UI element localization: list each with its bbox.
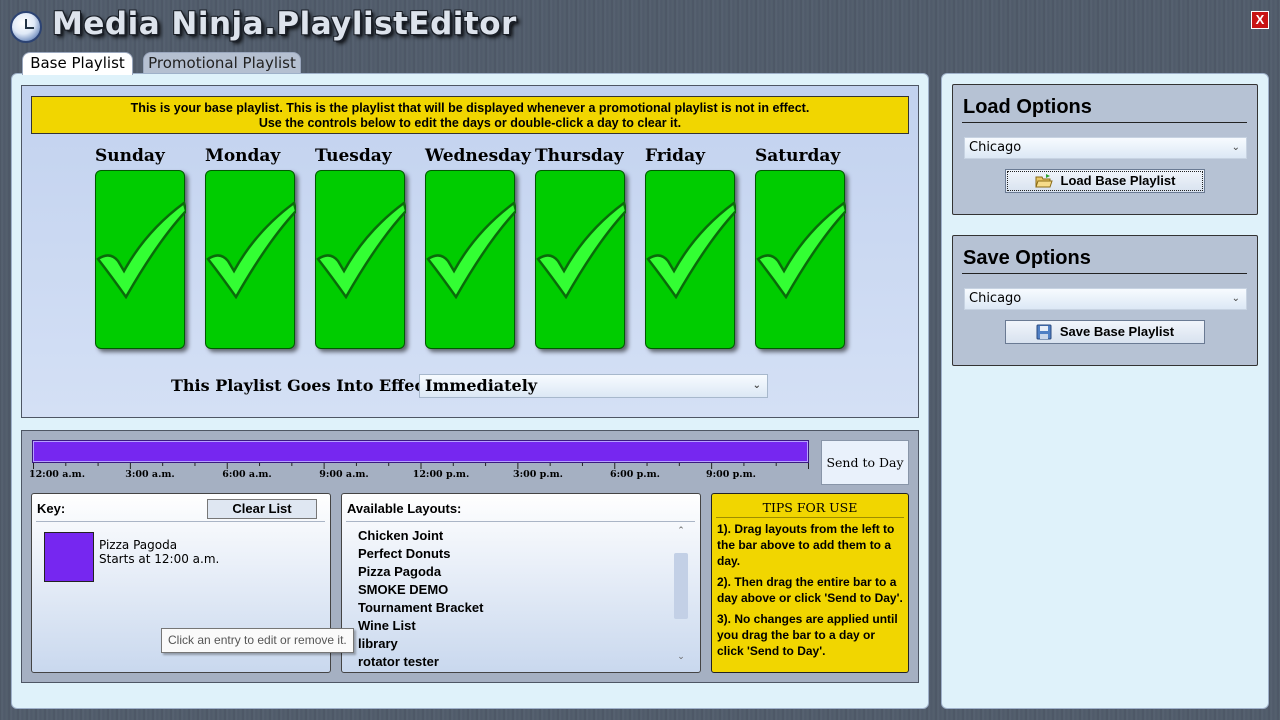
scroll-down-icon[interactable]: ⌄ bbox=[673, 652, 689, 666]
tick-label: 6:00 p.m. bbox=[610, 469, 660, 480]
day-card-saturday[interactable] bbox=[755, 170, 846, 349]
chevron-down-icon: ⌄ bbox=[1231, 293, 1240, 304]
key-label: Key: bbox=[37, 501, 66, 516]
notice-line-1: This is your base playlist. This is the … bbox=[130, 101, 810, 115]
checkmark-icon bbox=[316, 200, 406, 299]
divider bbox=[716, 517, 904, 518]
timeline-bar[interactable] bbox=[32, 440, 809, 463]
key-entry-swatch[interactable] bbox=[44, 532, 94, 582]
day-card-friday[interactable] bbox=[645, 170, 736, 349]
save-button-label: Save Base Playlist bbox=[1059, 324, 1175, 339]
layout-item[interactable]: Tournament Bracket bbox=[358, 600, 483, 615]
day-label-wednesday: Wednesday bbox=[425, 146, 531, 166]
tab-base-playlist[interactable]: Base Playlist bbox=[22, 52, 133, 75]
save-location-dropdown[interactable]: Chicago ⌄ bbox=[964, 288, 1247, 310]
day-label-saturday: Saturday bbox=[755, 146, 841, 166]
load-options-title: Load Options bbox=[963, 96, 1092, 118]
tab-promotional-playlist[interactable]: Promotional Playlist bbox=[143, 52, 301, 74]
day-label-friday: Friday bbox=[645, 146, 705, 166]
tick-label: 12:00 p.m. bbox=[412, 469, 470, 480]
divider bbox=[346, 521, 695, 522]
folder-icon bbox=[1034, 173, 1053, 188]
clear-list-button[interactable]: Clear List bbox=[207, 499, 317, 519]
scroll-up-icon[interactable]: ⌃ bbox=[673, 526, 689, 540]
checkmark-icon bbox=[536, 200, 626, 299]
save-options-title: Save Options bbox=[963, 247, 1091, 269]
day-card-thursday[interactable] bbox=[535, 170, 626, 349]
layout-item[interactable]: rotator tester bbox=[358, 654, 439, 669]
day-label-thursday: Thursday bbox=[535, 146, 624, 166]
tip-item: 1). Drag layouts from the left to the ba… bbox=[717, 522, 895, 568]
tick-label: 3:00 a.m. bbox=[125, 469, 175, 480]
day-card-sunday[interactable] bbox=[95, 170, 186, 349]
save-base-playlist-button[interactable]: Save Base Playlist bbox=[1005, 320, 1205, 344]
divider bbox=[36, 521, 325, 522]
tips-title: TIPS FOR USE bbox=[762, 500, 858, 515]
load-location-value: Chicago bbox=[969, 140, 1022, 155]
day-card-tuesday[interactable] bbox=[315, 170, 406, 349]
layout-item[interactable]: Wine List bbox=[358, 618, 416, 633]
day-label-tuesday: Tuesday bbox=[315, 146, 392, 166]
layout-item[interactable]: SMOKE DEMO bbox=[358, 582, 448, 597]
scrollbar-thumb[interactable] bbox=[674, 553, 688, 619]
chevron-down-icon: ⌄ bbox=[1231, 142, 1240, 153]
layout-item[interactable]: Chicken Joint bbox=[358, 528, 443, 543]
close-button[interactable]: X bbox=[1251, 11, 1269, 29]
load-location-dropdown[interactable]: Chicago ⌄ bbox=[964, 137, 1247, 159]
checkmark-icon bbox=[96, 200, 186, 299]
tick-label: 9:00 p.m. bbox=[706, 469, 756, 480]
app-title: Media Ninja.PlaylistEditor bbox=[52, 6, 517, 42]
tick-label: 3:00 p.m. bbox=[513, 469, 563, 480]
checkmark-icon bbox=[426, 200, 516, 299]
day-label-monday: Monday bbox=[205, 146, 281, 166]
tick-label: 12:00 a.m. bbox=[28, 469, 86, 480]
floppy-disk-icon bbox=[1036, 324, 1052, 340]
tip-item: 2). Then drag the entire bar to a day ab… bbox=[717, 575, 903, 605]
key-entry-name[interactable]: Pizza Pagoda bbox=[99, 538, 177, 552]
effect-dropdown[interactable]: Immediately ⌄ bbox=[419, 374, 768, 398]
day-label-sunday: Sunday bbox=[95, 146, 165, 166]
load-button-label: Load Base Playlist bbox=[1060, 173, 1176, 188]
key-entry-start[interactable]: Starts at 12:00 a.m. bbox=[99, 552, 219, 566]
tick-label: 9:00 a.m. bbox=[319, 469, 369, 480]
checkmark-icon bbox=[756, 200, 846, 299]
load-base-playlist-button[interactable]: Load Base Playlist bbox=[1005, 169, 1205, 193]
notice-banner: This is your base playlist. This is the … bbox=[31, 96, 909, 134]
tick-label: 6:00 a.m. bbox=[222, 469, 272, 480]
divider bbox=[962, 273, 1247, 274]
clock-logo-icon bbox=[10, 11, 42, 43]
chevron-down-icon: ⌄ bbox=[752, 380, 761, 391]
layout-item[interactable]: Perfect Donuts bbox=[358, 546, 450, 561]
day-card-wednesday[interactable] bbox=[425, 170, 516, 349]
day-card-monday[interactable] bbox=[205, 170, 296, 349]
send-to-day-button[interactable]: Send to Day bbox=[821, 440, 909, 485]
available-layouts-label: Available Layouts: bbox=[347, 501, 462, 516]
layout-item[interactable]: Pizza Pagoda bbox=[358, 564, 441, 579]
tip-item: 3). No changes are applied until you dra… bbox=[717, 612, 898, 658]
notice-line-2: Use the controls below to edit the days … bbox=[258, 116, 682, 130]
layout-item[interactable]: library bbox=[358, 636, 398, 651]
checkmark-icon bbox=[646, 200, 736, 299]
checkmark-icon bbox=[206, 200, 296, 299]
divider bbox=[962, 122, 1247, 123]
effect-label: This Playlist Goes Into Effect: bbox=[171, 376, 438, 395]
tooltip: Click an entry to edit or remove it. bbox=[161, 628, 354, 653]
save-location-value: Chicago bbox=[969, 291, 1022, 306]
effect-value: Immediately bbox=[425, 376, 538, 395]
